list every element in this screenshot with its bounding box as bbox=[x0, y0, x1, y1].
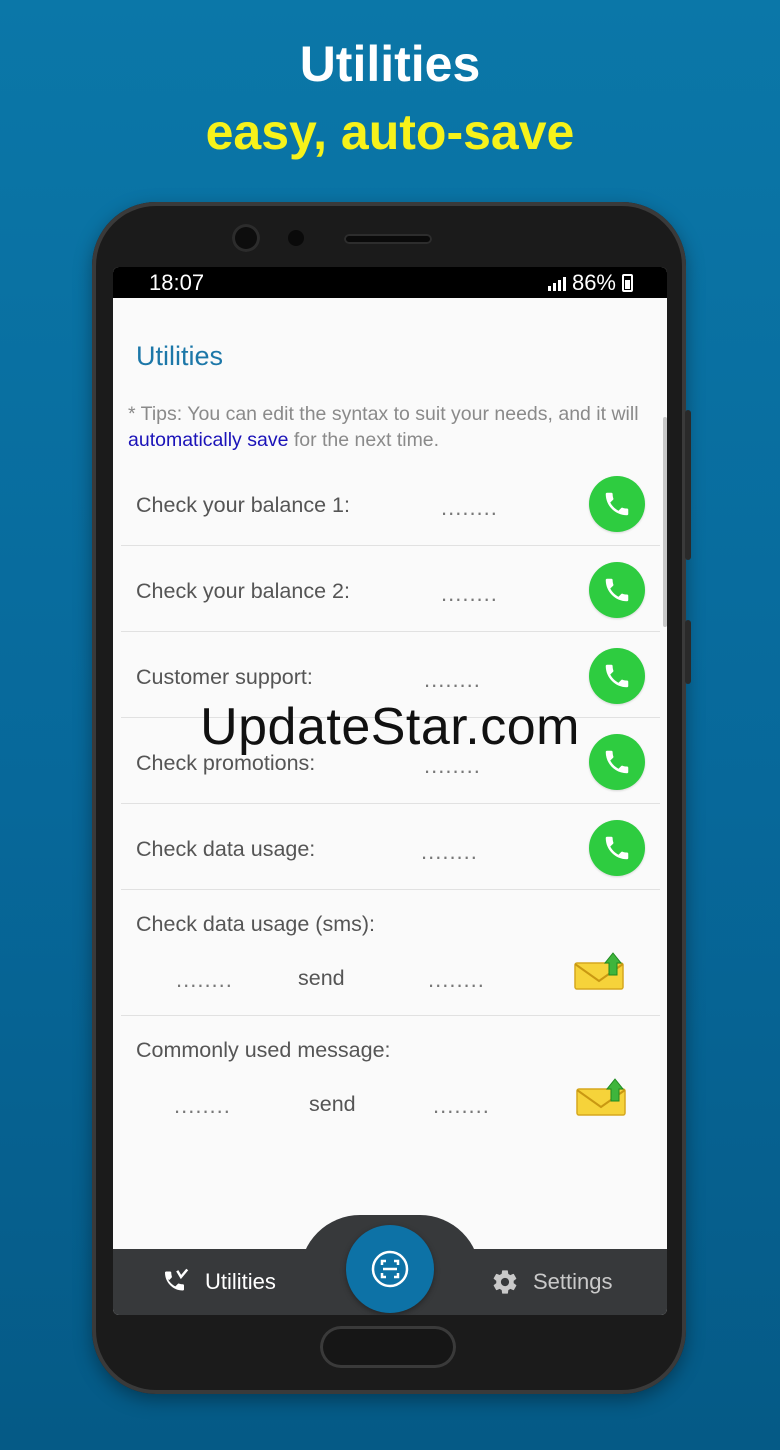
tips-prefix: * Tips: You can edit the syntax to suit … bbox=[128, 403, 639, 425]
home-button[interactable] bbox=[320, 1326, 456, 1368]
phone-utilities-icon bbox=[165, 1268, 189, 1291]
watermark: UpdateStar.com bbox=[200, 698, 580, 756]
call-row-balance-2: Check your balance 2: ........ bbox=[121, 545, 660, 632]
volume-button bbox=[685, 410, 691, 560]
speaker-grille bbox=[344, 234, 432, 244]
status-bar: 18:07 86% bbox=[113, 267, 667, 298]
nav-settings[interactable]: Settings bbox=[491, 1249, 613, 1315]
sms-number-field[interactable]: ........ bbox=[428, 967, 485, 993]
sensor-icon bbox=[288, 230, 304, 246]
nav-utilities[interactable]: Utilities bbox=[161, 1249, 276, 1315]
ussd-code-field[interactable]: ........ bbox=[441, 581, 498, 607]
send-label: send bbox=[309, 1092, 356, 1116]
ussd-code-field[interactable]: ........ bbox=[424, 667, 481, 693]
sms-row-common-message: Commonly used message: ........ send ...… bbox=[121, 1015, 660, 1141]
row-label: Customer support: bbox=[136, 665, 313, 689]
sms-row-data-usage: Check data usage (sms): ........ send ..… bbox=[121, 889, 660, 1016]
tips-text: * Tips: You can edit the syntax to suit … bbox=[128, 401, 658, 453]
page-title: Utilities bbox=[136, 341, 224, 371]
status-time: 18:07 bbox=[149, 270, 205, 295]
nav-utilities-label: Utilities bbox=[205, 1269, 276, 1294]
scan-icon bbox=[371, 1250, 409, 1288]
call-row-balance-1: Check your balance 1: ........ bbox=[121, 459, 660, 546]
nav-settings-label: Settings bbox=[533, 1269, 613, 1294]
send-mail-icon[interactable] bbox=[573, 951, 627, 991]
signal-icon bbox=[547, 275, 566, 291]
app-screen: 18:07 86% Utilities * Tips: You can edit… bbox=[113, 267, 667, 1315]
phone-call-icon[interactable] bbox=[589, 476, 645, 532]
row-label: Check your balance 1: bbox=[136, 493, 350, 517]
row-label: Check data usage: bbox=[136, 837, 316, 861]
scan-button[interactable] bbox=[346, 1225, 434, 1313]
sms-number-field[interactable]: ........ bbox=[433, 1093, 490, 1119]
sms-content-field[interactable]: ........ bbox=[176, 967, 233, 993]
gear-icon bbox=[493, 1270, 517, 1294]
promo-title: Utilities bbox=[299, 36, 481, 92]
send-mail-icon[interactable] bbox=[575, 1077, 629, 1117]
power-button bbox=[685, 620, 691, 684]
tips-highlight: automatically save bbox=[128, 429, 289, 451]
phone-call-icon[interactable] bbox=[589, 820, 645, 876]
status-icons: 86% bbox=[547, 269, 633, 297]
sms-content-field[interactable]: ........ bbox=[174, 1093, 231, 1119]
promo-subtitle: easy, auto-save bbox=[205, 104, 575, 160]
battery-percent: 86% bbox=[571, 270, 616, 295]
tips-suffix: for the next time. bbox=[288, 429, 440, 451]
phone-call-icon[interactable] bbox=[589, 562, 645, 618]
phone-call-icon[interactable] bbox=[589, 648, 645, 704]
row-label: Check data usage (sms): bbox=[136, 912, 375, 936]
send-label: send bbox=[298, 966, 345, 990]
camera-icon bbox=[232, 224, 260, 252]
row-label: Commonly used message: bbox=[136, 1038, 391, 1062]
battery-charging-icon bbox=[622, 274, 633, 292]
row-label: Check your balance 2: bbox=[136, 579, 350, 603]
call-row-data-usage: Check data usage: ........ bbox=[121, 803, 660, 890]
scrollbar[interactable] bbox=[663, 417, 667, 627]
ussd-code-field[interactable]: ........ bbox=[421, 839, 478, 865]
ussd-code-field[interactable]: ........ bbox=[441, 495, 498, 521]
